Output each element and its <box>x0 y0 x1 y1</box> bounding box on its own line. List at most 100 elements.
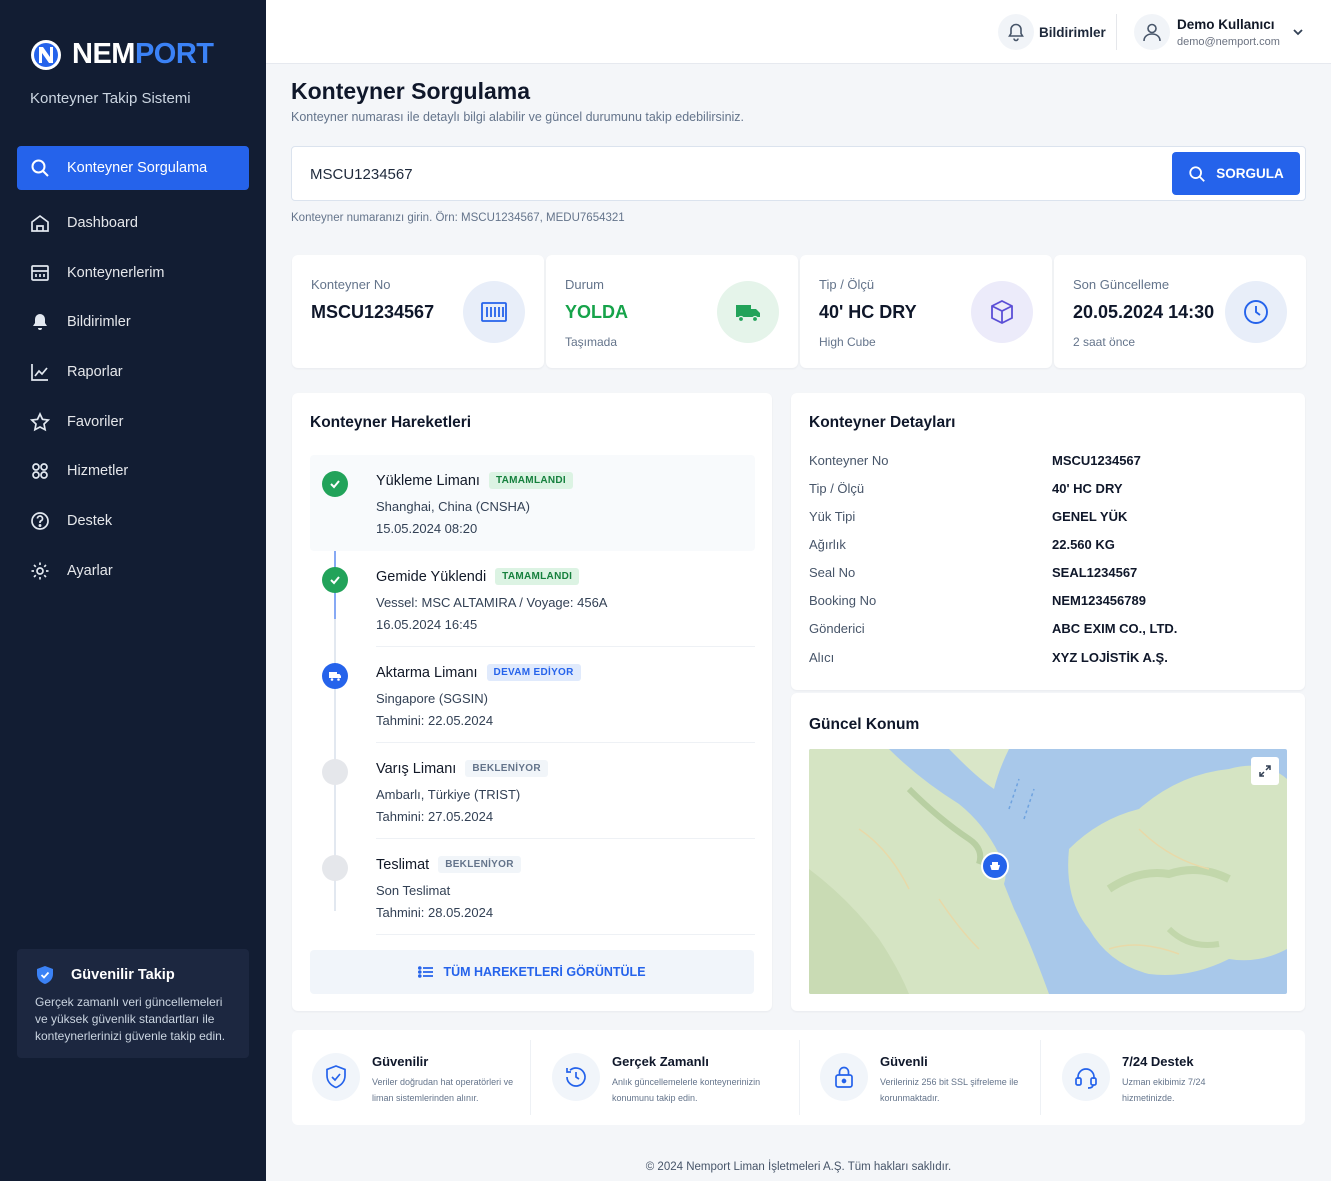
detail-value: 22.560 KG <box>1052 537 1115 552</box>
sidebar-item-raporlar[interactable]: Raporlar <box>17 350 249 394</box>
container-icon <box>481 302 507 322</box>
user-name: Demo Kullanıcı <box>1177 16 1275 32</box>
stat-card-last-update: Son Güncelleme 20.05.2024 14:30 2 saat ö… <box>1054 255 1306 368</box>
sidebar-item-konteynerlerim[interactable]: Konteynerlerim <box>17 251 249 295</box>
logo-text-nem: NEM <box>72 38 135 70</box>
detail-key: Alıcı <box>809 650 835 665</box>
detail-value: ABC EXIM CO., LTD. <box>1052 621 1178 636</box>
stat-icon-wrap <box>717 281 779 343</box>
feature-text: Uzman ekibimiz 7/24 hizmetinizde. <box>1122 1077 1206 1103</box>
status-badge: TAMAMLANDI <box>495 568 580 585</box>
detail-value: XYZ LOJİSTİK A.Ş. <box>1052 650 1168 665</box>
view-all-label: TÜM HAREKETLERİ GÖRÜNTÜLE <box>443 965 646 979</box>
logo[interactable]: NEMPORT <box>30 38 214 71</box>
sidebar-item-hizmetler[interactable]: Hizmetler <box>17 449 249 493</box>
sidebar-nav: Konteyner Sorgulama Dashboard Konteynerl… <box>17 146 249 599</box>
search-hint: Konteyner numaranızı girin. Örn: MSCU123… <box>291 212 625 224</box>
sidebar-item-konteyner-sorgulama[interactable]: Konteyner Sorgulama <box>17 146 249 190</box>
search-button[interactable]: SORGULA <box>1172 152 1300 195</box>
truck-icon <box>736 305 760 323</box>
detail-key: Yük Tipi <box>809 509 856 524</box>
list-icon <box>418 966 434 978</box>
feature-text: Veriler doğrudan hat operatörleri ve lim… <box>372 1077 514 1103</box>
chart-icon <box>31 364 48 381</box>
divider <box>1040 1040 1041 1115</box>
app-subtitle: Konteyner Takip Sistemi <box>30 90 191 107</box>
feature-item: Güvenilir Veriler doğrudan hat operatörl… <box>292 1030 530 1125</box>
check-icon <box>322 471 348 497</box>
detail-value: 40' HC DRY <box>1052 481 1123 496</box>
bell-icon <box>1008 23 1024 42</box>
search-input[interactable] <box>310 161 1130 187</box>
detail-row: Gönderici ABC EXIM CO., LTD. <box>809 621 1269 641</box>
timeline-title: Varış Limanı BEKLENİYOR <box>376 760 548 777</box>
detail-value: SEAL1234567 <box>1052 565 1138 580</box>
detail-key: Tip / Ölçü <box>809 481 865 496</box>
divider <box>530 1040 531 1115</box>
detail-key: Ağırlık <box>809 537 846 552</box>
bell-icon <box>33 314 47 331</box>
timeline-item[interactable]: Gemide Yüklendi TAMAMLANDI Vessel: MSC AL… <box>310 551 755 647</box>
chevron-down-icon[interactable] <box>1292 26 1304 38</box>
user-info: Demo Kullanıcı demo@nemport.com <box>1177 17 1280 48</box>
location-map[interactable] <box>809 749 1287 994</box>
status-badge: DEVAM EDİYOR <box>486 664 581 681</box>
feature-text: Anlık güncellemelerle konteynerinizin ko… <box>612 1077 761 1103</box>
detail-row: Tip / Ölçü 40' HC DRY <box>809 481 1269 501</box>
sidebar: NEMPORT Konteyner Takip Sistemi Konteyne… <box>0 0 266 1181</box>
timeline-item[interactable]: Aktarma Limanı DEVAM EDİYOR Singapore (SG… <box>310 647 755 743</box>
feature-item: 7/24 Destek Uzman ekibimiz 7/24 hizmetin… <box>1042 1030 1305 1125</box>
detail-key: Konteyner No <box>809 453 889 468</box>
lock-icon <box>820 1053 868 1101</box>
timeline-location: Shanghai, China (CNSHA) <box>376 499 530 514</box>
search-bar: SORGULA <box>291 146 1306 201</box>
details-card: Konteyner Detayları Konteyner No MSCU1234… <box>791 393 1305 690</box>
feature-text: Verileriniz 256 bit SSL şifreleme ile ko… <box>880 1077 1019 1103</box>
timeline-title: Teslimat BEKLENİYOR <box>376 856 521 873</box>
feature-title: Gerçek Zamanlı <box>612 1054 709 1069</box>
view-all-movements-button[interactable]: TÜM HAREKETLERİ GÖRÜNTÜLE <box>310 950 754 994</box>
sidebar-item-label: Raporlar <box>67 364 123 381</box>
feature-title: Güvenli <box>880 1054 928 1069</box>
location-card: Güncel Konum <box>791 693 1305 1011</box>
timeline-item[interactable]: Teslimat BEKLENİYOR Son Teslimat Tahmini:… <box>310 839 755 935</box>
feature-item: Güvenli Verileriniz 256 bit SSL şifrelem… <box>800 1030 1040 1125</box>
user-email: demo@nemport.com <box>1177 35 1280 48</box>
stat-card-type: Tip / Ölçü 40' HC DRY High Cube <box>800 255 1052 368</box>
sidebar-item-label: Destek <box>67 513 113 530</box>
trust-title: Güvenilir Takip <box>71 967 175 983</box>
pending-dot-icon <box>322 759 348 785</box>
timeline-item[interactable]: Yükleme Limanı TAMAMLANDI Shanghai, China… <box>310 455 755 551</box>
timeline-title: Yükleme Limanı TAMAMLANDI <box>376 472 573 489</box>
sidebar-item-destek[interactable]: Destek <box>17 499 249 543</box>
map-marker-icon[interactable] <box>981 852 1009 880</box>
truck-icon <box>322 663 348 689</box>
sidebar-item-label: Bildirimler <box>67 314 131 331</box>
user-icon <box>1143 23 1161 42</box>
detail-value: NEM123456789 <box>1052 593 1146 608</box>
services-icon <box>32 463 48 480</box>
expand-icon <box>1259 765 1271 777</box>
home-icon <box>31 214 49 232</box>
stat-icon-wrap <box>463 281 525 343</box>
stat-card-container-no: Konteyner No MSCU1234567 <box>292 255 544 368</box>
help-icon <box>31 512 49 530</box>
sidebar-item-label: Konteyner Sorgulama <box>67 160 208 176</box>
map-expand-button[interactable] <box>1251 757 1279 785</box>
shield-check-icon <box>37 966 53 984</box>
timeline-item[interactable]: Varış Limanı BEKLENİYOR Ambarlı, Türkiye … <box>310 743 755 839</box>
timeline-date: 16.05.2024 16:45 <box>376 617 478 632</box>
sidebar-item-dashboard[interactable]: Dashboard <box>17 201 249 245</box>
logo-text-port: PORT <box>134 38 214 70</box>
sidebar-item-bildirimler[interactable]: Bildirimler <box>17 300 249 344</box>
user-menu[interactable]: Demo Kullanıcı demo@nemport.com <box>1134 14 1280 50</box>
detail-key: Booking No <box>809 593 877 608</box>
sidebar-item-favoriler[interactable]: Favoriler <box>17 400 249 444</box>
sidebar-item-ayarlar[interactable]: Ayarlar <box>17 549 249 593</box>
page-title: Konteyner Sorgulama <box>291 78 530 104</box>
sidebar-item-label: Konteynerlerim <box>67 264 165 281</box>
logo-text: NEMPORT <box>72 38 214 71</box>
detail-row: Booking No NEM123456789 <box>809 593 1269 613</box>
footer: © 2024 Nemport Liman İşletmeleri A.Ş. Tü… <box>645 1161 952 1173</box>
notifications-button[interactable]: Bildirimler <box>998 14 1106 50</box>
